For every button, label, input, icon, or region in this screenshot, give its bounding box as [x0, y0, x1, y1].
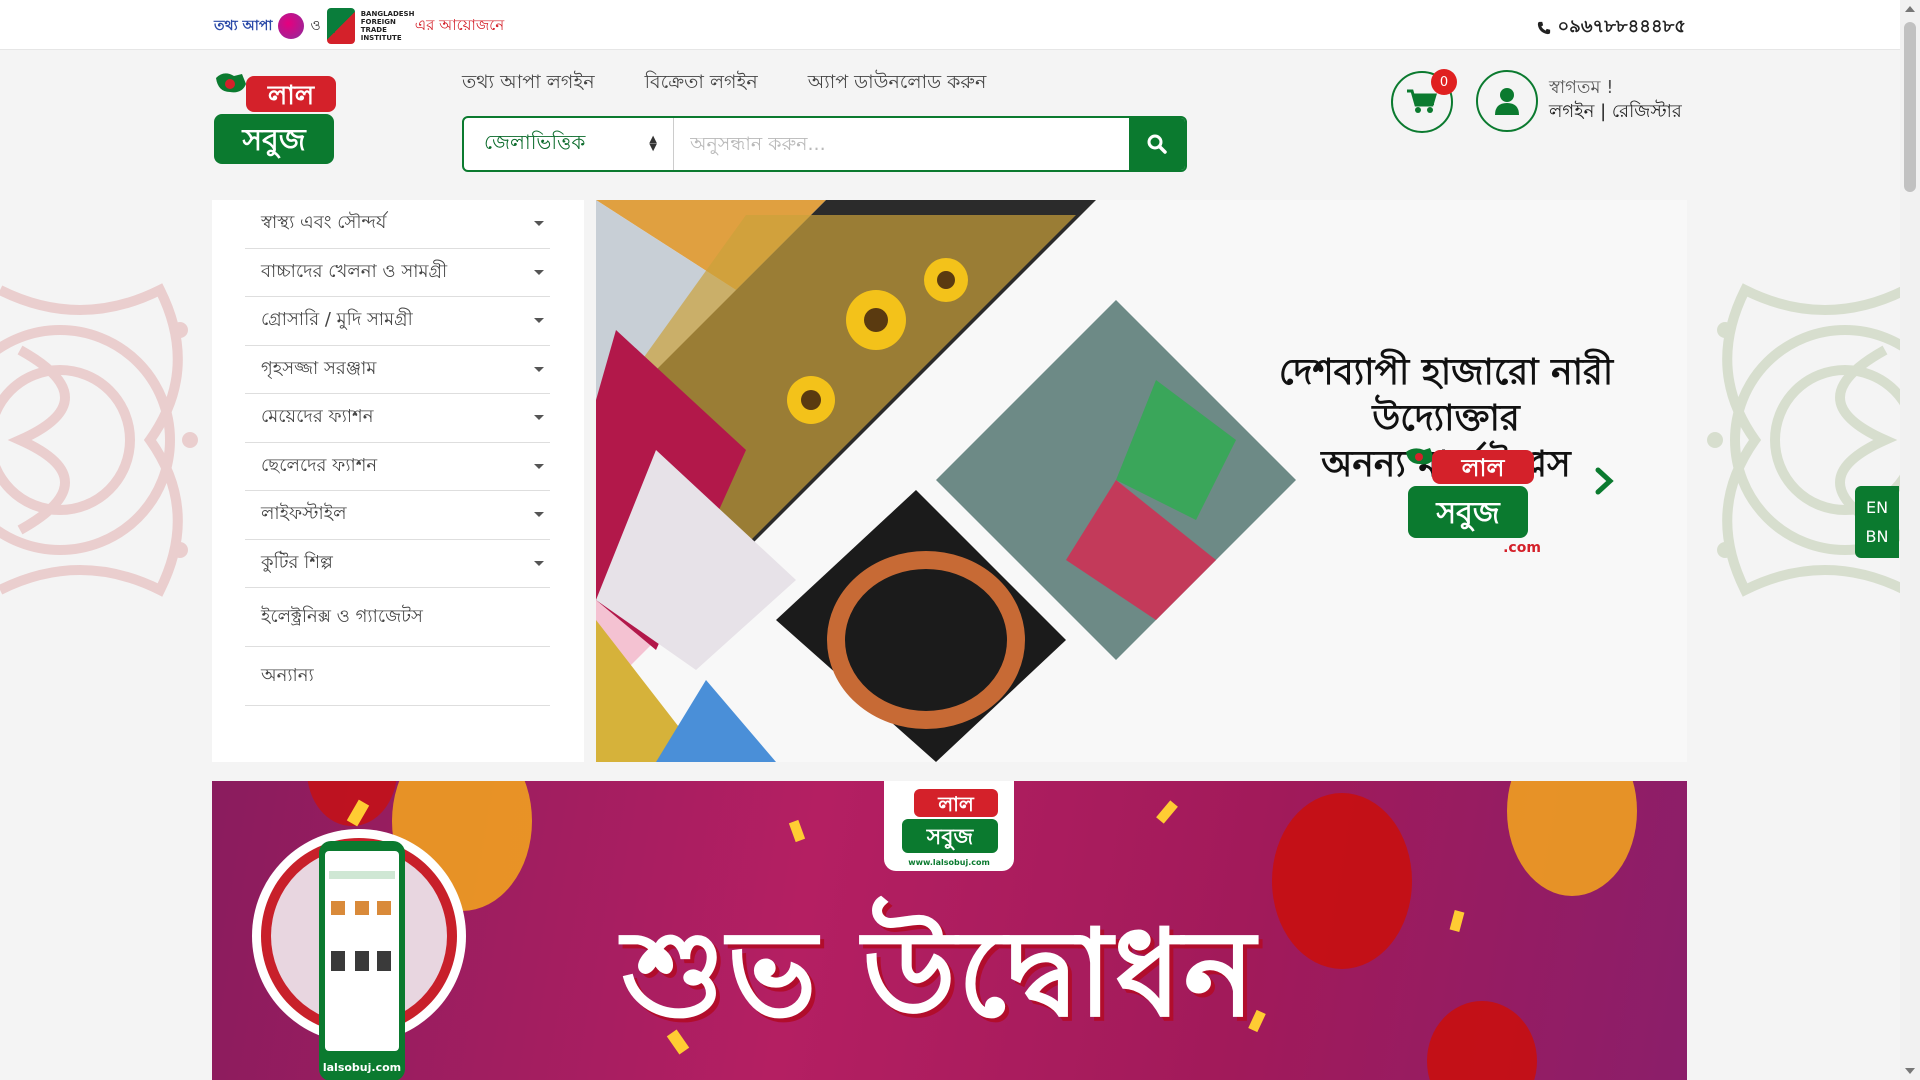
nav-tottho-apa-login[interactable]: তথ্য আপা লগইন — [462, 68, 595, 100]
banner-logo: লাল সবুজ .com — [1406, 448, 1541, 556]
category-item-men-fashion[interactable]: ছেলেদের ফ্যাশন — [245, 443, 550, 491]
banner-logo-bottom: সবুজ — [1435, 496, 1501, 532]
cart-icon — [1407, 89, 1437, 113]
district-select[interactable]: জেলাভিত্তিক ▲ ▼ — [464, 118, 674, 170]
banner-logo-top: লাল — [1461, 454, 1506, 482]
district-select-value: জেলাভিত্তিক — [484, 129, 586, 154]
slider-next-arrow-icon[interactable] — [1594, 466, 1614, 496]
cart-count-badge: 0 — [1431, 69, 1457, 95]
search-bar: জেলাভিত্তিক ▲ ▼ — [462, 116, 1187, 172]
phone-icon — [1538, 21, 1551, 34]
promo-headline: শুভ উদ্বোধন — [622, 903, 1258, 1044]
search-icon — [1147, 134, 1167, 154]
logo-text-bottom: সবুজ — [241, 123, 307, 159]
category-label: লাইফস্টাইল — [261, 503, 347, 525]
category-label: গ্রোসারি / মুদি সামগ্রী — [261, 309, 413, 331]
category-item-cottage-industry[interactable]: কুটির শিল্প — [245, 540, 550, 588]
register-link[interactable]: রেজিস্টার — [1612, 101, 1682, 122]
banner-logo-domain: .com — [1503, 540, 1541, 556]
account-button[interactable] — [1476, 70, 1538, 132]
bfti-logo — [326, 8, 355, 44]
category-label: মেয়েদের ফ্যাশন — [261, 406, 374, 428]
category-label: স্বাস্থ্য এবং সৌন্দর্য — [261, 212, 387, 234]
login-link[interactable]: লগইন — [1549, 101, 1594, 122]
decorative-pattern-right — [1707, 283, 1905, 597]
user-icon — [1495, 88, 1519, 115]
sponsor-and: ও — [310, 18, 321, 34]
promo-logo: লাল সবুজ www.lalsobuj.com — [884, 781, 1014, 871]
scroll-up-arrow-icon[interactable] — [1905, 6, 1915, 12]
category-label: ছেলেদের ফ্যাশন — [261, 454, 378, 476]
caret-down-icon — [534, 221, 544, 227]
caret-down-icon — [534, 415, 544, 421]
nav-seller-login[interactable]: বিক্রেতা লগইন — [645, 68, 758, 100]
scroll-down-arrow-icon[interactable] — [1905, 1068, 1915, 1074]
hotline-number: ০৯৬৭৮৮৪৪৪৮৫ — [1557, 16, 1686, 37]
promo-phone-caption: lalsobuj.com — [323, 1061, 401, 1074]
lang-bn-button[interactable]: BN — [1866, 527, 1889, 546]
category-item-others[interactable]: অন্যান্য — [245, 647, 550, 706]
sponsor-strip: তথ্য আপা ও BANGLADESH FOREIGN TRADE INST… — [214, 6, 504, 46]
caret-down-icon — [534, 318, 544, 324]
account-separator: | — [1600, 101, 1607, 122]
promo-phone-image: lalsobuj.com — [319, 841, 405, 1080]
page-scrollbar[interactable] — [1900, 0, 1920, 1080]
cart-button[interactable]: 0 — [1391, 69, 1457, 133]
sponsor-organizer: এর আয়োজনে — [414, 15, 505, 34]
category-item-home-decor[interactable]: গৃহসজ্জা সরঞ্জাম — [245, 346, 550, 394]
caret-down-icon — [534, 463, 544, 469]
language-toggle: EN BN — [1855, 486, 1899, 558]
logo-text-top: লাল — [267, 81, 316, 111]
caret-down-icon — [534, 269, 544, 275]
promo-logo-top: লাল — [937, 792, 975, 816]
lang-en-button[interactable]: EN — [1866, 498, 1888, 517]
category-label: গৃহসজ্জা সরঞ্জাম — [261, 357, 377, 379]
scrollbar-thumb[interactable] — [1904, 22, 1916, 192]
banner-line-1: দেশব্যাপী হাজারো নারী উদ্যোক্তার — [1278, 352, 1614, 439]
category-item-grocery[interactable]: গ্রোসারি / মুদি সামগ্রী — [245, 297, 550, 346]
top-nav: তথ্য আপা লগইন বিক্রেতা লগইন অ্যাপ ডাউনলো… — [462, 68, 986, 100]
search-input[interactable] — [674, 118, 1129, 170]
category-item-health-beauty[interactable]: স্বাস্থ্য এবং সৌন্দর্য — [245, 200, 550, 249]
caret-down-icon — [534, 512, 544, 518]
hotline[interactable]: ০৯৬৭৮৮৪৪৪৮৫ — [1537, 12, 1686, 43]
category-item-kids-toys[interactable]: বাচ্চাদের খেলনা ও সামগ্রী — [245, 249, 550, 297]
decorative-pattern-left — [0, 283, 198, 597]
select-arrows-icon: ▲ ▼ — [649, 134, 657, 153]
bfti-name: BANGLADESH FOREIGN TRADE INSTITUTE — [360, 10, 415, 42]
tottho-apa-logo — [278, 13, 305, 39]
promo-logo-bottom: সবুজ — [926, 825, 975, 851]
category-item-electronics[interactable]: ইলেক্ট্রনিক্স ও গ্যাজেটস — [245, 588, 550, 647]
caret-down-icon — [534, 366, 544, 372]
top-bar: তথ্য আপা ও BANGLADESH FOREIGN TRADE INST… — [0, 0, 1900, 50]
account-links: স্বাগতম ! লগইন | রেজিস্টার — [1549, 76, 1682, 124]
banner-collage-image — [596, 200, 1296, 762]
nav-app-download[interactable]: অ্যাপ ডাউনলোড করুন — [808, 68, 987, 100]
caret-down-icon — [534, 560, 544, 566]
category-label: অন্যান্য — [261, 664, 314, 686]
category-item-lifestyle[interactable]: লাইফস্টাইল — [245, 491, 550, 540]
category-item-women-fashion[interactable]: মেয়েদের ফ্যাশন — [245, 394, 550, 443]
category-label: কুটির শিল্প — [261, 551, 333, 573]
site-logo[interactable]: লাল সবুজ — [212, 70, 340, 170]
promo-logo-url: www.lalsobuj.com — [908, 858, 990, 867]
hero-banner[interactable]: দেশব্যাপী হাজারো নারী উদ্যোক্তার অনন্য ম… — [596, 200, 1687, 762]
promo-banner[interactable]: lalsobuj.com লাল সবুজ www.lalsobuj.com শ… — [212, 781, 1687, 1080]
category-label: বাচ্চাদের খেলনা ও সামগ্রী — [261, 260, 448, 282]
tottho-apa-label: তথ্য আপা — [214, 18, 273, 34]
category-menu: স্বাস্থ্য এবং সৌন্দর্য বাচ্চাদের খেলনা ও… — [212, 200, 584, 762]
search-button[interactable] — [1129, 118, 1185, 170]
welcome-text: স্বাগতম ! — [1549, 77, 1614, 98]
category-label: ইলেক্ট্রনিক্স ও গ্যাজেটস — [261, 605, 423, 627]
